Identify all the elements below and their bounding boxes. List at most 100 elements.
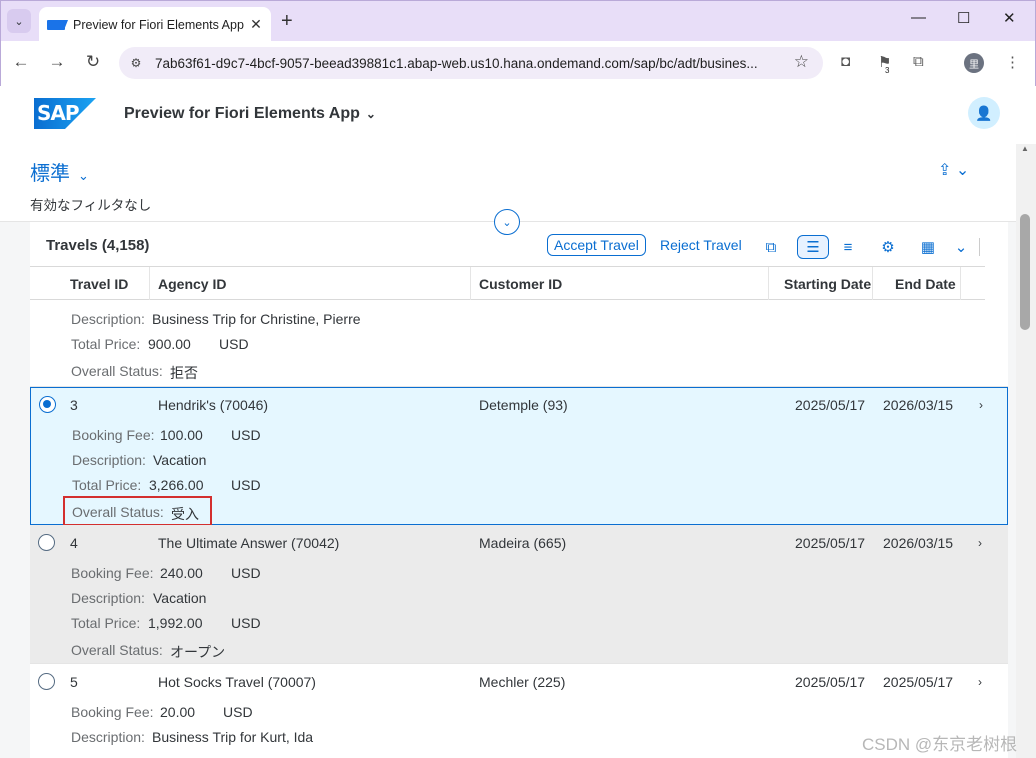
- booking-fee-label: Booking Fee:: [71, 565, 154, 581]
- browser-toolbar: ← → ↻ ⚙ 7ab63f61-d9c7-4bcf-9057-beead398…: [0, 41, 1036, 86]
- more-menu-icon[interactable]: ⋮: [1005, 53, 1020, 71]
- currency-value: USD: [231, 427, 261, 443]
- reject-travel-button[interactable]: Reject Travel: [654, 235, 748, 255]
- total-price-value: 1,992.00: [148, 615, 203, 631]
- scroll-up-icon[interactable]: ▲: [1021, 144, 1029, 153]
- column-agency-id[interactable]: Agency ID: [158, 276, 226, 292]
- row-navigation-chevron-icon[interactable]: ›: [978, 536, 982, 550]
- travel-id-cell: 3: [70, 397, 78, 413]
- column-divider: [470, 267, 471, 300]
- column-starting-date[interactable]: Starting Date: [784, 276, 871, 292]
- total-price-value: 900.00: [148, 336, 191, 352]
- flag-badge: 3: [885, 66, 890, 75]
- condensed-view-icon[interactable]: ≡: [834, 235, 862, 259]
- status-highlight-box: [63, 496, 212, 526]
- shell-bar: SAP Preview for Fiori Elements App ⌄: [0, 86, 1016, 144]
- table-row[interactable]: Description: Business Trip for Christine…: [30, 301, 1008, 387]
- back-arrow-icon[interactable]: ←: [10, 52, 32, 72]
- customer-cell: Mechler (225): [479, 674, 566, 690]
- settings-gear-icon[interactable]: ⚙: [875, 235, 901, 259]
- column-end-date[interactable]: End Date: [895, 276, 956, 292]
- export-icon[interactable]: ▦: [915, 235, 941, 259]
- description-value: Vacation: [153, 590, 207, 606]
- overall-status-value: オープン: [170, 644, 226, 660]
- collapse-header-button[interactable]: ⌄: [494, 209, 520, 235]
- row-navigation-chevron-icon[interactable]: ›: [978, 675, 982, 689]
- start-date-cell: 2025/05/17: [795, 674, 866, 690]
- currency-value: USD: [231, 565, 261, 581]
- maximize-icon[interactable]: ☐: [957, 9, 970, 27]
- currency-value: USD: [231, 477, 261, 493]
- description-label: Description:: [72, 452, 146, 468]
- close-tab-icon[interactable]: ✕: [245, 14, 267, 36]
- new-tab-icon[interactable]: +: [281, 10, 293, 33]
- scrollbar-thumb[interactable]: [1020, 214, 1030, 330]
- app-title-menu[interactable]: Preview for Fiori Elements App ⌄: [124, 105, 376, 123]
- tab-search-button[interactable]: ⌄: [7, 9, 31, 33]
- currency-value: USD: [231, 615, 261, 631]
- url-text: 7ab63f61-d9c7-4bcf-9057-beead39881c1.aba…: [155, 55, 758, 71]
- travel-id-cell: 4: [70, 535, 78, 551]
- customer-cell: Madeira (665): [479, 535, 567, 551]
- end-date-cell: 2026/03/15: [883, 397, 954, 413]
- variant-selector[interactable]: 標準 ⌄: [30, 157, 89, 186]
- description-value: Business Trip for Kurt, Ida: [152, 729, 314, 745]
- description-label: Description:: [71, 729, 145, 745]
- table-row[interactable]: 3 Hendrik's (70046) Detemple (93) 2025/0…: [30, 387, 1008, 526]
- list-view-icon[interactable]: ☰: [797, 235, 829, 259]
- address-bar[interactable]: ⚙ 7ab63f61-d9c7-4bcf-9057-beead39881c1.a…: [119, 47, 823, 79]
- agency-cell: Hot Socks Travel (70007): [158, 674, 316, 690]
- page-scrollbar[interactable]: ▲: [1016, 144, 1036, 758]
- share-icon[interactable]: ⇪ ⌄: [938, 160, 969, 180]
- user-avatar-icon[interactable]: 👤: [968, 97, 1000, 129]
- chevron-down-icon[interactable]: ⌄: [948, 235, 974, 259]
- accept-travel-button[interactable]: Accept Travel: [547, 234, 646, 256]
- description-label: Description:: [71, 590, 145, 606]
- total-price-label: Total Price:: [71, 336, 141, 352]
- overall-status-label: Overall Status:: [71, 642, 163, 658]
- camera-icon[interactable]: ◘: [841, 53, 850, 70]
- column-customer-id[interactable]: Customer ID: [479, 276, 562, 292]
- row-radio-button[interactable]: [38, 534, 55, 551]
- description-label: Description:: [71, 311, 145, 327]
- browser-tab[interactable]: Preview for Fiori Elements App ✕: [39, 7, 271, 42]
- toolbar-separator: [979, 238, 980, 256]
- profile-avatar[interactable]: 里: [964, 53, 984, 73]
- booking-fee-value: 100.00: [160, 427, 203, 443]
- chevron-down-icon: ⌄: [365, 107, 376, 121]
- forward-arrow-icon[interactable]: →: [46, 52, 68, 72]
- currency-value: USD: [219, 336, 249, 352]
- total-price-value: 3,266.00: [149, 477, 204, 493]
- extensions-icon[interactable]: ⧉: [913, 53, 924, 70]
- browser-tab-bar: ⌄ Preview for Fiori Elements App ✕ + — ☐…: [0, 0, 1036, 42]
- end-date-cell: 2025/05/17: [883, 674, 954, 690]
- reload-icon[interactable]: ↻: [82, 52, 104, 72]
- app-title: Preview for Fiori Elements App: [124, 105, 360, 122]
- customer-cell: Detemple (93): [479, 397, 568, 413]
- booking-fee-value: 20.00: [160, 704, 196, 720]
- start-date-cell: 2025/05/17: [795, 397, 866, 413]
- sap-favicon-icon: [47, 19, 68, 30]
- row-navigation-chevron-icon[interactable]: ›: [979, 398, 983, 412]
- bookmark-star-icon[interactable]: ☆: [794, 52, 809, 72]
- end-date-cell: 2026/03/15: [883, 535, 954, 551]
- site-settings-icon[interactable]: ⚙: [125, 52, 147, 74]
- agency-cell: Hendrik's (70046): [158, 397, 269, 413]
- description-value: Business Trip for Christine, Pierre: [152, 311, 361, 327]
- overall-status-value: 拒否: [170, 365, 198, 381]
- column-travel-id[interactable]: Travel ID: [70, 276, 128, 292]
- row-radio-button[interactable]: [38, 673, 55, 690]
- column-divider: [960, 267, 961, 300]
- currency-value: USD: [223, 704, 253, 720]
- minimize-icon[interactable]: —: [911, 9, 926, 26]
- close-window-icon[interactable]: ✕: [1003, 9, 1016, 27]
- copy-icon[interactable]: ⧉: [758, 235, 784, 259]
- total-price-label: Total Price:: [72, 477, 142, 493]
- row-radio-button[interactable]: [39, 396, 56, 413]
- tab-title: Preview for Fiori Elements App: [73, 17, 244, 32]
- table-row[interactable]: 4 The Ultimate Answer (70042) Madeira (6…: [30, 525, 1008, 664]
- filter-summary: 有効なフィルタなし: [30, 198, 152, 213]
- travel-id-cell: 5: [70, 674, 78, 690]
- column-divider: [872, 267, 873, 300]
- chevron-down-icon: ⌄: [78, 168, 89, 183]
